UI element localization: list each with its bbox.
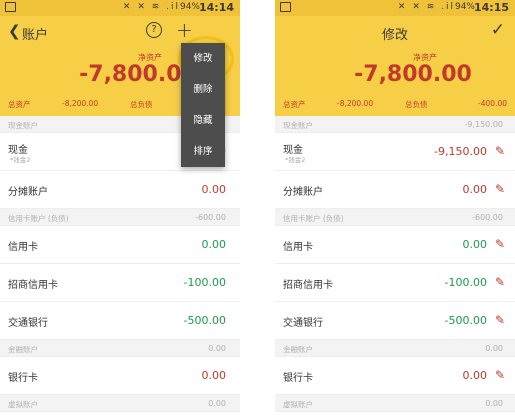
account-group-header: 金融账户 0.00 xyxy=(275,340,515,357)
group-name: 虚拟账户 xyxy=(283,400,313,409)
account-group-header: 金融账户 0.00 xyxy=(0,340,240,357)
account-name: 招商信用卡 xyxy=(8,280,58,291)
account-group-header: 信用卡账户 (负债) -600.00 xyxy=(275,209,515,226)
account-row[interactable]: 银行卡 0.00 ✎ xyxy=(275,357,515,395)
overflow-menu: 修改 删除 隐藏 排序 xyxy=(181,43,225,167)
account-balance: -100.00 xyxy=(183,276,226,289)
group-total: -600.00 xyxy=(195,213,226,222)
clock: 14:14 xyxy=(198,1,234,14)
account-name: 分摊账户 xyxy=(8,187,48,198)
page-title: 账户 xyxy=(22,28,49,43)
account-row[interactable]: 招商信用卡 -100.00 ✎ xyxy=(275,264,515,302)
account-name: 银行卡 xyxy=(283,373,313,384)
totals-bar: 总资产 -8,200.00 总负债 -400.00 xyxy=(275,94,515,116)
clock: 14:15 xyxy=(473,1,509,14)
account-row[interactable]: 交通银行 -500.00 ✎ xyxy=(275,302,515,340)
group-name: 信用卡账户 (负债) xyxy=(8,214,69,223)
edit-pencil-icon[interactable]: ✎ xyxy=(495,237,505,251)
battery-level: 94% xyxy=(179,2,200,12)
account-balance: 0.00 xyxy=(462,369,488,382)
account-name: 分摊账户 xyxy=(283,187,323,198)
notification-icon xyxy=(280,2,291,12)
account-balance: -500.00 xyxy=(183,314,226,327)
menu-item-hide[interactable]: 隐藏 xyxy=(181,105,225,136)
account-name: 招商信用卡 xyxy=(283,280,333,291)
account-name: 信用卡 xyxy=(8,242,38,253)
account-name: 信用卡 xyxy=(283,242,313,253)
notification-icon xyxy=(5,2,16,12)
account-balance: -9,150.00 xyxy=(434,145,487,158)
group-total: -9,150.00 xyxy=(464,120,503,129)
total-liabilities-label: 总负债 xyxy=(405,100,428,109)
account-balance: -500.00 xyxy=(444,314,487,327)
account-row[interactable]: 银行卡 0.00 xyxy=(0,357,240,395)
confirm-check-icon[interactable]: ✓ xyxy=(491,20,505,40)
account-balance: 0.00 xyxy=(201,183,227,196)
group-total: 0.00 xyxy=(208,399,226,408)
group-name: 金融账户 xyxy=(283,345,313,354)
edit-pencil-icon[interactable]: ✎ xyxy=(495,275,505,289)
edit-pencil-icon[interactable]: ✎ xyxy=(495,144,505,158)
group-total: 0.00 xyxy=(485,344,503,353)
account-balance: -100.00 xyxy=(444,276,487,289)
account-row[interactable]: 现金 *钱金2 -9,150.00 ✎ xyxy=(275,133,515,171)
edit-pencil-icon[interactable]: ✎ xyxy=(495,182,505,196)
edit-pencil-icon[interactable]: ✎ xyxy=(495,313,505,327)
group-total: -600.00 xyxy=(472,213,503,222)
account-list: 现金账户 -9,150.00 现金 *钱金2 -9,150.00 ✎ 分摊账户 0.00 ✎ 信用… xyxy=(275,116,515,412)
account-name: 交通银行 xyxy=(283,318,323,329)
status-bar: ✕ ✕ ≋ .il 94% 14:15 xyxy=(275,0,515,16)
status-bar: ✕ ✕ ≋ .il 94% 14:14 xyxy=(0,0,240,16)
total-assets-value: -8,200.00 xyxy=(62,99,99,108)
status-icons: ✕ ✕ ≋ .il xyxy=(122,2,180,12)
account-row[interactable]: 信用卡 0.00 ✎ xyxy=(275,226,515,264)
total-assets-value: -8,200.00 xyxy=(337,99,374,108)
group-name: 现金账户 xyxy=(283,121,313,130)
account-row[interactable]: 分摊账户 0.00 xyxy=(0,171,240,209)
group-total: 0.00 xyxy=(208,344,226,353)
right-screen: ✕ ✕ ≋ .il 94% 14:15 修改 ✓ 净资产 -7,800.00 总… xyxy=(275,0,515,415)
total-liabilities-label: 总负债 xyxy=(130,100,153,109)
menu-item-edit[interactable]: 修改 xyxy=(181,43,225,74)
account-balance: 0.00 xyxy=(201,238,227,251)
menu-item-delete[interactable]: 删除 xyxy=(181,74,225,105)
summary-header: 修改 ✓ 净资产 -7,800.00 总资产 -8,200.00 总负债 -40… xyxy=(275,16,515,116)
edit-pencil-icon[interactable]: ✎ xyxy=(495,368,505,382)
account-row[interactable]: 招商信用卡 -100.00 xyxy=(0,264,240,302)
battery-level: 94% xyxy=(454,2,475,12)
left-screen: ✕ ✕ ≋ .il 94% 14:14 ❮ 账户 ? + 净资产 -7,800.… xyxy=(0,0,240,415)
account-balance: 0.00 xyxy=(201,369,227,382)
group-name: 金融账户 xyxy=(8,345,38,354)
total-assets-label: 总资产 xyxy=(283,100,306,109)
account-group-header: 现金账户 -9,150.00 xyxy=(275,116,515,133)
page-title: 修改 xyxy=(381,28,408,43)
net-assets-value: -7,800.00 xyxy=(354,62,472,87)
total-assets-label: 总资产 xyxy=(8,100,31,109)
back-chevron-icon[interactable]: ❮ xyxy=(8,22,21,40)
group-name: 虚拟账户 xyxy=(8,400,38,409)
account-group-header: 信用卡账户 (负债) -600.00 xyxy=(0,209,240,226)
total-liabilities-value: -400.00 xyxy=(478,99,507,108)
menu-item-sort[interactable]: 排序 xyxy=(181,136,225,167)
account-balance: 0.00 xyxy=(462,183,488,196)
account-row[interactable]: 分摊账户 0.00 ✎ xyxy=(275,171,515,209)
help-icon[interactable]: ? xyxy=(146,22,162,38)
status-icons: ✕ ✕ ≋ .il xyxy=(397,2,455,12)
account-name: 银行卡 xyxy=(8,373,38,384)
account-row[interactable]: 交通银行 -500.00 xyxy=(0,302,240,340)
group-name: 现金账户 xyxy=(8,121,38,130)
account-note: *钱金2 xyxy=(285,156,306,164)
account-balance: 0.00 xyxy=(462,238,488,251)
account-group-header: 虚拟账户 0.00 xyxy=(275,395,515,412)
account-group-header: 虚拟账户 0.00 xyxy=(0,395,240,412)
add-icon[interactable]: + xyxy=(176,18,193,42)
account-note: *钱金2 xyxy=(10,156,31,164)
group-total: 0.00 xyxy=(485,399,503,408)
account-row[interactable]: 信用卡 0.00 xyxy=(0,226,240,264)
account-name: 交通银行 xyxy=(8,318,48,329)
group-name: 信用卡账户 (负债) xyxy=(283,214,344,223)
